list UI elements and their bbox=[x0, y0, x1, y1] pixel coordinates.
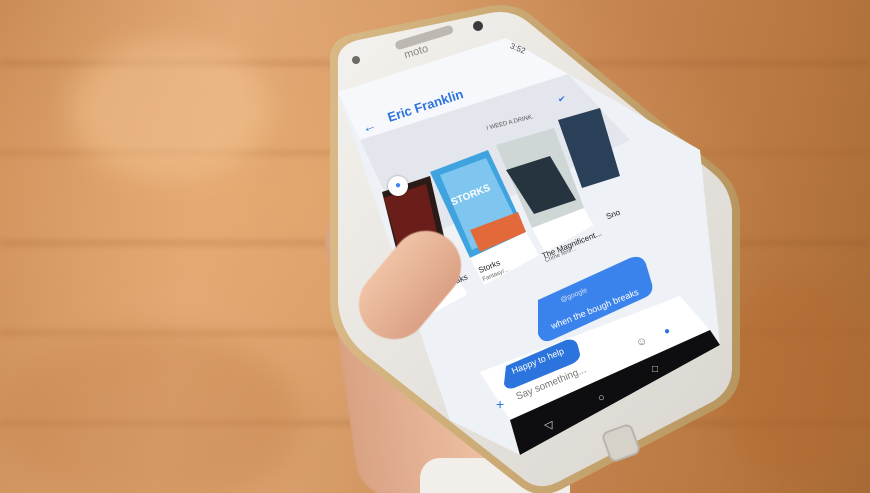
bubble-text: when the bough breaks bbox=[549, 286, 641, 332]
messaging-screen: moto 3:52 ← Eric Franklin I WEED A DRINK… bbox=[300, 0, 770, 493]
nav-home-icon[interactable]: ○ bbox=[598, 392, 605, 404]
bokeh-light bbox=[70, 40, 270, 180]
nav-recents-icon[interactable]: □ bbox=[652, 364, 658, 375]
photo-scene: moto 3:52 ← Eric Franklin I WEED A DRINK… bbox=[0, 0, 870, 493]
status-time: 3:52 bbox=[508, 41, 527, 56]
emoji-icon[interactable]: ☺ bbox=[636, 336, 647, 348]
back-arrow-icon[interactable]: ← bbox=[360, 116, 379, 136]
google-assistant-icon: ● bbox=[388, 176, 408, 196]
nav-back-icon[interactable]: ◁ bbox=[544, 418, 552, 431]
phone-brand-logo: moto bbox=[402, 42, 430, 62]
bubble-mention: @google bbox=[559, 286, 589, 305]
add-icon[interactable]: + bbox=[496, 396, 504, 412]
poster-title: STORKS bbox=[449, 182, 493, 209]
mic-icon[interactable]: ● bbox=[664, 326, 670, 337]
verified-check-icon: ✔ bbox=[558, 94, 566, 104]
reply-text: Happy to help bbox=[510, 345, 566, 377]
peek-caption: I WEED A DRINK. bbox=[485, 114, 535, 132]
smartphone: moto 3:52 ← Eric Franklin I WEED A DRINK… bbox=[300, 0, 770, 493]
bokeh-light bbox=[0, 330, 300, 493]
contact-name[interactable]: Eric Franklin bbox=[386, 86, 466, 125]
card-title-4[interactable]: Sno bbox=[605, 208, 622, 222]
